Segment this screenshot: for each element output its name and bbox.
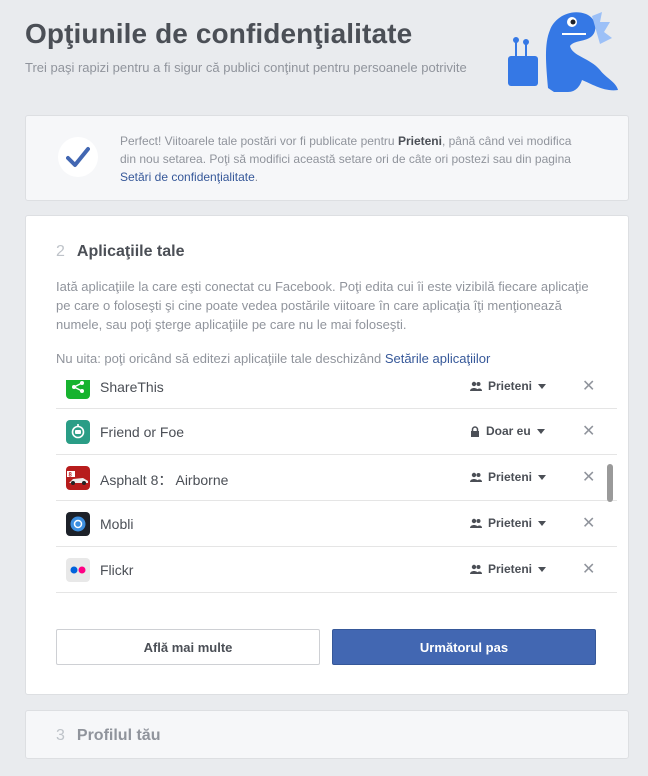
- step-number: 3: [56, 727, 65, 744]
- app-privacy-label: Doar eu: [486, 424, 531, 438]
- apps-description: Iată aplicaţiile la care eşti conectat c…: [56, 279, 589, 332]
- app-row-asphalt: 8 Asphalt 8： Airborne Prieteni ✕: [56, 455, 617, 501]
- app-row-mobli: Mobli Prieteni ✕: [56, 501, 617, 547]
- next-step-button[interactable]: Următorul pas: [332, 629, 596, 665]
- apps-step-panel: 2 Aplicaţiile tale Iată aplicaţiile la ca…: [25, 215, 629, 695]
- friends-icon: [470, 472, 482, 482]
- app-row-sharethis: ShareThis Prieteni ✕: [56, 380, 617, 409]
- app-privacy-selector[interactable]: Prieteni: [470, 562, 547, 576]
- chevron-down-icon: [538, 520, 547, 526]
- apps-note: Nu uita: poţi oricând să editezi aplicaţ…: [56, 349, 596, 368]
- step-title: Profilul tău: [76, 727, 161, 744]
- learn-more-button[interactable]: Află mai multe: [56, 629, 320, 665]
- app-privacy-label: Prieteni: [488, 470, 533, 484]
- apps-step-heading: 2 Aplicaţiile tale: [56, 243, 185, 261]
- confirmation-audience: Prieteni: [397, 134, 442, 148]
- flickr-icon: [66, 558, 90, 582]
- race-car-icon: 8: [66, 466, 90, 490]
- chevron-down-icon: [538, 383, 547, 389]
- app-settings-link[interactable]: Setările aplicaţiilor: [385, 351, 491, 366]
- app-name: Mobli: [100, 516, 134, 532]
- chevron-down-icon: [538, 474, 547, 480]
- friends-icon: [470, 381, 482, 391]
- app-name: ShareThis: [100, 380, 164, 395]
- remove-app-button[interactable]: ✕: [582, 559, 595, 579]
- remove-app-button[interactable]: ✕: [582, 513, 595, 533]
- chevron-down-icon: [536, 428, 545, 434]
- page-title: Opţiunile de confidenţialitate: [25, 18, 413, 49]
- app-row-friend-or-foe: Friend or Foe Doar eu ✕: [56, 409, 617, 455]
- confirmation-message: Perfect! Viitoarele tale postări vor fi …: [120, 132, 590, 186]
- page-subtitle: Trei paşi rapizi pentru a fi sigur că pu…: [25, 60, 467, 75]
- remove-app-button[interactable]: ✕: [582, 380, 595, 396]
- app-privacy-label: Prieteni: [488, 562, 533, 576]
- confirmation-panel: Perfect! Viitoarele tale postări vor fi …: [25, 115, 629, 201]
- lock-icon: [471, 425, 479, 437]
- app-privacy-label: Prieteni: [488, 516, 533, 530]
- privacy-dinosaur-illustration: [508, 12, 618, 92]
- robot-icon: [66, 420, 90, 444]
- remove-app-button[interactable]: ✕: [582, 467, 595, 487]
- app-name: Friend or Foe: [100, 424, 185, 440]
- app-name: Asphalt 8： Airborne: [100, 472, 229, 488]
- app-privacy-selector[interactable]: Doar eu: [470, 424, 545, 438]
- privacy-settings-link[interactable]: Setări de confidenţialitate: [120, 170, 255, 184]
- checkmark-badge: [58, 137, 98, 177]
- app-list-scrollbar[interactable]: [607, 464, 613, 502]
- checkmark-icon: [66, 147, 90, 167]
- chevron-down-icon: [538, 566, 547, 572]
- confirmation-text-start: Perfect! Viitoarele tale postări vor fi …: [120, 134, 398, 148]
- profile-step-heading: 3 Profilul tău: [56, 727, 160, 745]
- app-privacy-selector[interactable]: Prieteni: [470, 380, 547, 393]
- confirmation-text-end: .: [254, 170, 259, 184]
- mobli-icon: [66, 512, 90, 536]
- friends-icon: [470, 518, 482, 528]
- friends-icon: [470, 564, 482, 574]
- app-privacy-label: Prieteni: [488, 380, 533, 393]
- app-privacy-selector[interactable]: Prieteni: [470, 470, 547, 484]
- page-header: Opţiunile de confidenţialitate Trei paşi…: [25, 18, 485, 77]
- app-list[interactable]: ShareThis Prieteni ✕ Friend or Foe Doar …: [56, 380, 617, 610]
- app-row-flickr: Flickr Prieteni ✕: [56, 547, 617, 593]
- apps-note-text: Nu uita: poţi oricând să editezi aplicaţ…: [56, 351, 385, 366]
- remove-app-button[interactable]: ✕: [582, 421, 595, 441]
- profile-step-panel[interactable]: 3 Profilul tău: [25, 710, 629, 759]
- app-name: Flickr: [100, 562, 134, 578]
- share-icon: [66, 380, 90, 399]
- step-number: 2: [56, 243, 65, 260]
- app-privacy-selector[interactable]: Prieteni: [470, 516, 547, 530]
- step-title: Aplicaţiile tale: [76, 243, 185, 260]
